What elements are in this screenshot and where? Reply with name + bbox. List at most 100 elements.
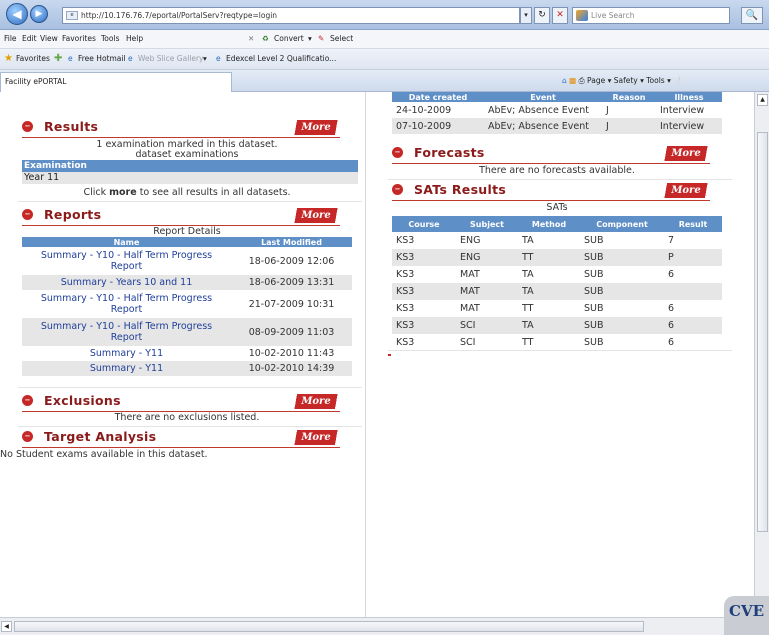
tab-facility-eportal[interactable]: Facility ePORTAL: [0, 72, 232, 92]
horizontal-scrollbar[interactable]: ◀: [0, 617, 754, 635]
table-row: Summary - Y10 - Half Term Progress Repor…: [22, 318, 352, 346]
back-icon[interactable]: ◀: [6, 3, 28, 25]
report-link[interactable]: Summary - Years 10 and 11: [22, 275, 231, 290]
search-placeholder: Live Search: [591, 11, 635, 20]
sats-result: 6: [668, 303, 675, 314]
results-more-link[interactable]: more: [109, 187, 137, 198]
close-menu-icon[interactable]: ✕: [248, 30, 254, 48]
sats-component: SUB: [580, 283, 664, 300]
forecasts-more-button[interactable]: More: [662, 146, 710, 161]
forward-icon[interactable]: ▶: [30, 5, 48, 23]
results-title: Results: [44, 119, 99, 134]
table-row: KS3 ENG TT SUB P: [392, 249, 722, 266]
sats-bullet-icon[interactable]: −: [392, 184, 403, 195]
select-button[interactable]: Select: [330, 30, 353, 48]
reports-more-button[interactable]: More: [292, 208, 340, 223]
sats-method: TA: [518, 283, 580, 300]
command-bar: ⌂ ▩ ⎙ Page ▾ Safety ▾ Tools ▾ ❔: [562, 74, 683, 88]
sats-component: SUB: [584, 235, 604, 246]
sats-result: 7: [668, 235, 675, 246]
add-favorite-icon[interactable]: ✚: [54, 49, 62, 69]
page-favicon-icon: e: [66, 11, 78, 20]
convert-dropdown-icon[interactable]: ▾: [308, 30, 312, 48]
report-link[interactable]: Summary - Y11: [22, 361, 231, 376]
absence-illness: Interview: [656, 118, 722, 134]
sats-subject: SCI: [460, 337, 476, 348]
forecasts-empty-message: There are no forecasts available.: [479, 165, 635, 176]
target-analysis-more-button[interactable]: More: [292, 430, 340, 445]
results-more-button[interactable]: More: [292, 120, 340, 135]
table-row: KS3 MAT TT SUB 6: [392, 300, 722, 317]
table-row: 24-10-2009 AbEv; Absence Event J Intervi…: [392, 102, 722, 118]
results-bullet-icon[interactable]: −: [22, 121, 33, 132]
report-link[interactable]: Summary - Y11: [22, 346, 231, 361]
refresh-icon[interactable]: ↻: [534, 7, 550, 24]
results-header: − Results More: [22, 118, 340, 138]
scroll-up-icon[interactable]: ▲: [757, 94, 768, 106]
search-input[interactable]: Live Search: [572, 7, 730, 24]
results-subtitle: dataset examinations: [135, 149, 239, 160]
help-icon[interactable]: ❔: [673, 76, 682, 85]
url-input[interactable]: e http://10.176.76.7/eportal/PortalServ?…: [62, 7, 520, 24]
reports-table: Name Last Modified Summary - Y10 - Half …: [22, 237, 352, 376]
report-date: 10-02-2010 11:43: [248, 348, 335, 359]
sats-course: KS3: [396, 269, 415, 280]
absence-date: 07-10-2009: [392, 118, 484, 134]
exclusions-more-button[interactable]: More: [292, 394, 340, 409]
menu-help[interactable]: Help: [126, 30, 143, 48]
sats-subject: SCI: [456, 317, 518, 334]
menu-edit[interactable]: Edit: [22, 30, 37, 48]
fav-link-edexcel[interactable]: Edexcel Level 2 Qualificatio...: [226, 49, 336, 69]
exclusions-bullet-icon[interactable]: −: [22, 395, 33, 406]
table-row: Year 11: [22, 172, 358, 184]
table-row: KS3 SCI TA SUB 6: [392, 317, 722, 334]
sats-subject: ENG: [460, 235, 481, 246]
report-link[interactable]: Summary - Y10 - Half Term Progress Repor…: [22, 318, 231, 346]
menu-view[interactable]: View: [40, 30, 58, 48]
convert-button[interactable]: Convert: [274, 30, 304, 48]
favorites-button[interactable]: Favorites: [16, 49, 50, 69]
table-row: Summary - Y11 10-02-2010 14:39: [22, 361, 352, 376]
table-row: KS3 MAT TA SUB: [392, 283, 722, 300]
url-dropdown-icon[interactable]: ▾: [520, 7, 532, 24]
target-analysis-bullet-icon[interactable]: −: [22, 431, 33, 442]
sats-result: P: [664, 249, 722, 266]
col-date-created[interactable]: Date created: [392, 92, 484, 102]
forecasts-bullet-icon[interactable]: −: [392, 147, 403, 158]
favorites-star-icon[interactable]: ★: [4, 49, 13, 69]
fav-link-hotmail[interactable]: Free Hotmail: [78, 49, 126, 69]
table-row: Summary - Y10 - Half Term Progress Repor…: [22, 247, 352, 275]
report-link[interactable]: Summary - Y10 - Half Term Progress Repor…: [22, 247, 231, 275]
print-icon[interactable]: ⎙: [579, 76, 585, 85]
menu-favorites[interactable]: Favorites: [62, 30, 96, 48]
search-go-icon[interactable]: 🔍: [741, 7, 763, 24]
reports-subtitle: Report Details: [153, 226, 221, 237]
menu-tools[interactable]: Tools: [101, 30, 119, 48]
menu-file[interactable]: File: [4, 30, 17, 48]
sats-subtitle: SATs: [546, 202, 568, 213]
examination-table: Examination Year 11: [22, 160, 358, 184]
sats-more-button[interactable]: More: [662, 183, 710, 198]
col-result: Result: [664, 216, 722, 232]
marker-dot: [388, 354, 391, 356]
table-row: Summary - Y10 - Half Term Progress Repor…: [22, 290, 352, 318]
webslice-icon: e: [128, 54, 133, 63]
examination-header: Examination: [22, 160, 358, 172]
horizontal-scroll-thumb[interactable]: [14, 621, 644, 632]
exclusions-header: − Exclusions More: [22, 392, 340, 412]
report-link[interactable]: Summary - Y10 - Half Term Progress Repor…: [22, 290, 231, 318]
reports-bullet-icon[interactable]: −: [22, 209, 33, 220]
scroll-left-icon[interactable]: ◀: [1, 621, 12, 632]
command-menus[interactable]: Page ▾ Safety ▾ Tools ▾: [587, 76, 671, 85]
home-icon[interactable]: ⌂: [562, 76, 567, 85]
fav-link-webslice[interactable]: Web Slice Gallery: [138, 49, 204, 69]
sats-method: TT: [522, 337, 534, 348]
feeds-icon[interactable]: ▩: [569, 76, 576, 85]
stop-icon[interactable]: ✕: [552, 7, 568, 24]
reports-header: − Reports More: [22, 206, 340, 226]
webslice-dropdown-icon[interactable]: ▾: [203, 49, 207, 69]
col-reason: Reason: [602, 92, 656, 102]
sats-subject: ENG: [456, 249, 518, 266]
vertical-scroll-thumb[interactable]: [757, 132, 768, 532]
vertical-scrollbar[interactable]: ▲: [754, 92, 769, 617]
